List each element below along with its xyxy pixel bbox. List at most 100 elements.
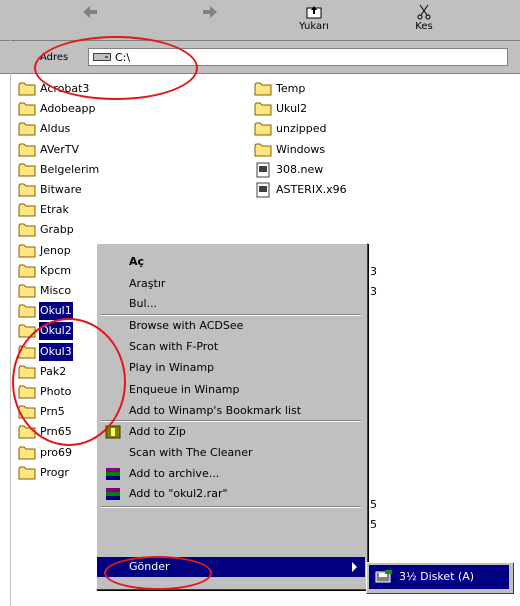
context-menu-item[interactable]: Bul... <box>97 294 365 314</box>
file-name: Pak2 <box>40 365 67 378</box>
file-name: Okul3 <box>39 343 73 361</box>
toolbar-button-back[interactable] <box>60 0 120 40</box>
folder-icon <box>254 122 272 136</box>
context-menu-item[interactable]: Add to Winamp's Bookmark list <box>97 401 365 421</box>
context-menu-label: Add to Winamp's Bookmark list <box>129 404 302 417</box>
pane-divider <box>10 0 11 606</box>
file-name-fragment: 3 <box>370 285 377 298</box>
context-menu-item[interactable]: Aç <box>97 252 365 272</box>
folder-icon <box>18 244 36 258</box>
context-menu: Aç Araştır Bul... Browse with ACDSee Scan wi… <box>96 243 368 590</box>
file-name: Okul2 <box>39 322 73 340</box>
file-name: Okul1 <box>39 302 73 320</box>
file-name: Misco <box>40 284 72 297</box>
context-menu-label: Add to archive... <box>129 467 220 480</box>
send-to-submenu: 3½ Disket (A) <box>366 562 514 594</box>
context-menu-label: Add to "okul2.rar" <box>129 487 228 500</box>
folder-icon <box>18 203 36 217</box>
folder-icon <box>254 143 272 157</box>
drive-icon <box>93 53 111 61</box>
file-name-fragment: 3 <box>370 265 377 278</box>
context-menu-label: Aç <box>129 255 145 268</box>
file-name: ASTERIX.x96 <box>276 183 347 196</box>
folder-icon <box>18 102 36 116</box>
file-name: AVerTV <box>40 143 80 156</box>
file-name: Prn65 <box>40 425 72 438</box>
context-menu-label: Araştır <box>129 277 166 290</box>
folder-icon <box>18 183 36 197</box>
submenu-item-label: 3½ Disket (A) <box>399 570 475 583</box>
folder-icon <box>18 345 36 359</box>
file-icon <box>256 182 270 198</box>
folder-icon <box>18 405 36 419</box>
folder-icon <box>18 365 36 379</box>
address-value: C:\ <box>115 51 131 64</box>
folder-icon <box>18 143 36 157</box>
file-name: Adobeapp <box>40 102 96 115</box>
file-name: Windows <box>276 143 326 156</box>
folder-icon <box>18 324 36 338</box>
file-name: Belgelerim <box>40 163 100 176</box>
folder-icon <box>18 385 36 399</box>
context-menu-item[interactable]: Araştır <box>97 274 365 294</box>
back-icon <box>83 6 97 18</box>
address-bar: Adres C:\ <box>0 41 520 74</box>
toolbar-button-up[interactable]: Yukarı <box>284 0 344 40</box>
file-name: Photo <box>40 385 72 398</box>
file-name: Bitware <box>40 183 82 196</box>
file-name: 308.new <box>276 163 324 176</box>
file-name: Acrobat3 <box>40 82 90 95</box>
file-name: Progr <box>40 466 69 479</box>
address-label: Adres <box>40 52 69 63</box>
context-menu-item[interactable]: Gönder <box>97 557 365 577</box>
file-name: Prn5 <box>40 405 65 418</box>
file-name: Grabp <box>40 223 74 236</box>
file-name: Ukul2 <box>276 102 308 115</box>
context-menu-label: Scan with The Cleaner <box>129 446 253 459</box>
context-menu-item[interactable]: Scan with F-Prot <box>97 337 365 357</box>
context-menu-label: Browse with ACDSee <box>129 319 244 332</box>
folder-icon <box>18 446 36 460</box>
file-name: pro69 <box>40 446 72 459</box>
folder-icon <box>18 163 36 177</box>
context-menu-label: Scan with F-Prot <box>129 340 219 353</box>
rar-icon <box>106 488 120 500</box>
context-menu-label: Play in Winamp <box>129 361 215 374</box>
context-menu-label: Enqueue in Winamp <box>129 383 240 396</box>
address-input[interactable]: C:\ <box>88 48 508 66</box>
folder-icon <box>18 223 36 237</box>
toolbar-button-cut[interactable]: Kes <box>394 0 454 40</box>
context-menu-item[interactable]: Add to Zip <box>97 422 365 442</box>
context-menu-item[interactable]: Add to "okul2.rar" <box>97 484 365 504</box>
forward-icon <box>203 6 217 18</box>
context-menu-label: Gönder <box>129 560 170 573</box>
floppy-icon <box>375 570 392 583</box>
file-icon <box>256 162 270 178</box>
toolbar-up-label: Yukarı <box>299 21 329 32</box>
folder-icon <box>18 284 36 298</box>
cut-icon <box>417 4 431 20</box>
submenu-arrow-icon <box>352 562 357 572</box>
folder-icon <box>18 304 36 318</box>
file-name: Aldus <box>40 122 71 135</box>
toolbar-button-forward[interactable] <box>180 0 240 40</box>
context-menu-item[interactable]: Browse with ACDSee <box>97 316 365 336</box>
folder-icon <box>18 425 36 439</box>
folder-icon <box>254 82 272 96</box>
folder-icon <box>254 102 272 116</box>
file-name-fragment: 5 <box>370 518 377 531</box>
rar-icon <box>106 468 120 480</box>
submenu-item-floppy[interactable]: 3½ Disket (A) <box>369 565 509 589</box>
toolbar-cut-label: Kes <box>415 21 433 32</box>
up-folder-icon <box>306 6 322 19</box>
menu-separator <box>101 506 361 508</box>
file-name: unzipped <box>276 122 327 135</box>
folder-icon <box>18 466 36 480</box>
context-menu-item[interactable]: Enqueue in Winamp <box>97 380 365 400</box>
context-menu-item[interactable]: Add to archive... <box>97 464 365 484</box>
file-name: Jenop <box>40 244 71 257</box>
toolbar: Yukarı Kes <box>0 0 520 41</box>
zip-icon <box>105 425 121 439</box>
context-menu-item[interactable]: Play in Winamp <box>97 358 365 378</box>
context-menu-item[interactable]: Scan with The Cleaner <box>97 443 365 463</box>
